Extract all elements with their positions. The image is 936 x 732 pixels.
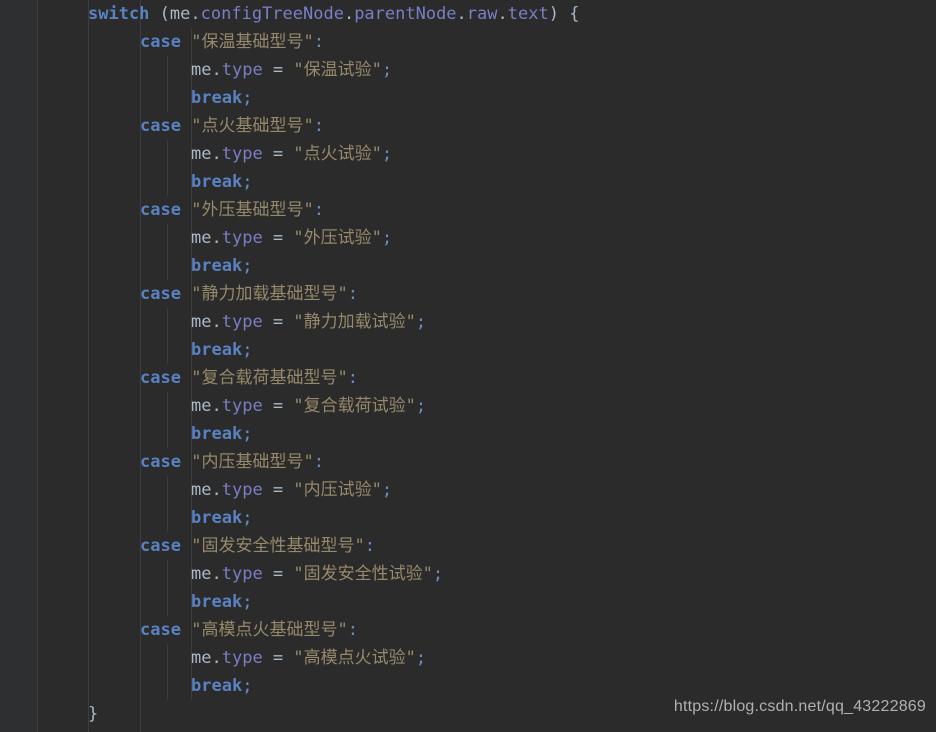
case-match-literal: 保温基础型号 — [201, 32, 304, 52]
keyword-case: case — [140, 620, 181, 640]
case-body-indent-guide-2 — [167, 140, 168, 196]
keyword-break: break — [191, 256, 243, 276]
case-match-literal: 静力加载基础型号 — [201, 284, 338, 304]
code-line-assign-2: me.type = "点火试验"; — [191, 144, 393, 164]
code-line-break-2: break; — [191, 172, 253, 192]
keyword-case: case — [140, 368, 181, 388]
code-line-assign-8: me.type = "高模点火试验"; — [191, 648, 427, 668]
code-content[interactable]: switch (me.configTreeNode.parentNode.raw… — [0, 0, 936, 732]
property-type: type — [221, 144, 263, 164]
code-line-break-5: break; — [191, 424, 253, 444]
code-line-switch: switch (me.configTreeNode.parentNode.raw… — [88, 4, 580, 24]
code-line-case-8: case "高模点火基础型号": — [140, 620, 358, 640]
keyword-case: case — [140, 284, 181, 304]
case-match-literal: 复合载荷基础型号 — [201, 368, 338, 388]
case-match-literal: 固发安全性基础型号 — [201, 536, 355, 556]
assign-string-literal: 外压试验 — [303, 228, 372, 248]
keyword-break: break — [191, 88, 243, 108]
code-line-case-4: case "静力加载基础型号": — [140, 284, 358, 304]
property-type: type — [221, 60, 263, 80]
keyword-case: case — [140, 116, 181, 136]
code-line-case-3: case "外压基础型号": — [140, 200, 324, 220]
code-line-case-5: case "复合载荷基础型号": — [140, 368, 358, 388]
keyword-break: break — [191, 676, 243, 696]
assign-string-literal: 固发安全性试验 — [303, 564, 423, 584]
case-match-literal: 高模点火基础型号 — [201, 620, 338, 640]
assign-string-literal: 静力加载试验 — [303, 312, 406, 332]
assign-string-literal: 复合载荷试验 — [303, 396, 406, 416]
case-body-indent-guide-8 — [167, 644, 168, 700]
code-line-assign-6: me.type = "内压试验"; — [191, 480, 393, 500]
assign-string-literal: 高模点火试验 — [303, 648, 406, 668]
code-line-case-1: case "保温基础型号": — [140, 32, 324, 52]
code-line-assign-4: me.type = "静力加载试验"; — [191, 312, 427, 332]
keyword-case: case — [140, 452, 181, 472]
code-line-break-8: break; — [191, 676, 253, 696]
closing-brace: } — [88, 704, 99, 724]
property-type: type — [221, 396, 263, 416]
property-type: type — [221, 480, 263, 500]
keyword-break: break — [191, 424, 243, 444]
code-line-break-1: break; — [191, 88, 253, 108]
keyword-switch: switch — [88, 4, 150, 24]
keyword-break: break — [191, 340, 243, 360]
code-line-break-3: break; — [191, 256, 253, 276]
code-line-break-7: break; — [191, 592, 253, 612]
property-type: type — [221, 312, 263, 332]
assign-string-literal: 内压试验 — [303, 480, 372, 500]
code-line-assign-5: me.type = "复合载荷试验"; — [191, 396, 427, 416]
case-body-indent-guide-5 — [167, 392, 168, 448]
property-type: type — [221, 648, 263, 668]
keyword-break: break — [191, 172, 243, 192]
keyword-case: case — [140, 32, 181, 52]
assign-string-literal: 点火试验 — [303, 144, 372, 164]
property-type: type — [221, 228, 263, 248]
keyword-break: break — [191, 592, 243, 612]
property-type: type — [221, 564, 263, 584]
case-body-indent-guide-3 — [167, 224, 168, 280]
code-line-assign-7: me.type = "固发安全性试验"; — [191, 564, 444, 584]
code-line-case-2: case "点火基础型号": — [140, 116, 324, 136]
case-match-literal: 外压基础型号 — [201, 200, 304, 220]
watermark-url: https://blog.csdn.net/qq_43222869 — [673, 698, 926, 715]
keyword-case: case — [140, 536, 181, 556]
keyword-break: break — [191, 508, 243, 528]
code-line-assign-3: me.type = "外压试验"; — [191, 228, 393, 248]
case-body-indent-guide-1 — [167, 56, 168, 112]
code-line-case-6: case "内压基础型号": — [140, 452, 324, 472]
code-line-break-4: break; — [191, 340, 253, 360]
assign-string-literal: 保温试验 — [303, 60, 372, 80]
code-line-break-6: break; — [191, 508, 253, 528]
code-editor: switch (me.configTreeNode.parentNode.raw… — [0, 0, 936, 732]
case-body-indent-guide-7 — [167, 560, 168, 616]
code-line-assign-1: me.type = "保温试验"; — [191, 60, 393, 80]
case-body-indent-guide-6 — [167, 476, 168, 532]
keyword-case: case — [140, 200, 181, 220]
case-match-literal: 点火基础型号 — [201, 116, 304, 136]
code-line-case-7: case "固发安全性基础型号": — [140, 536, 375, 556]
case-match-literal: 内压基础型号 — [201, 452, 304, 472]
case-body-indent-guide-4 — [167, 308, 168, 364]
